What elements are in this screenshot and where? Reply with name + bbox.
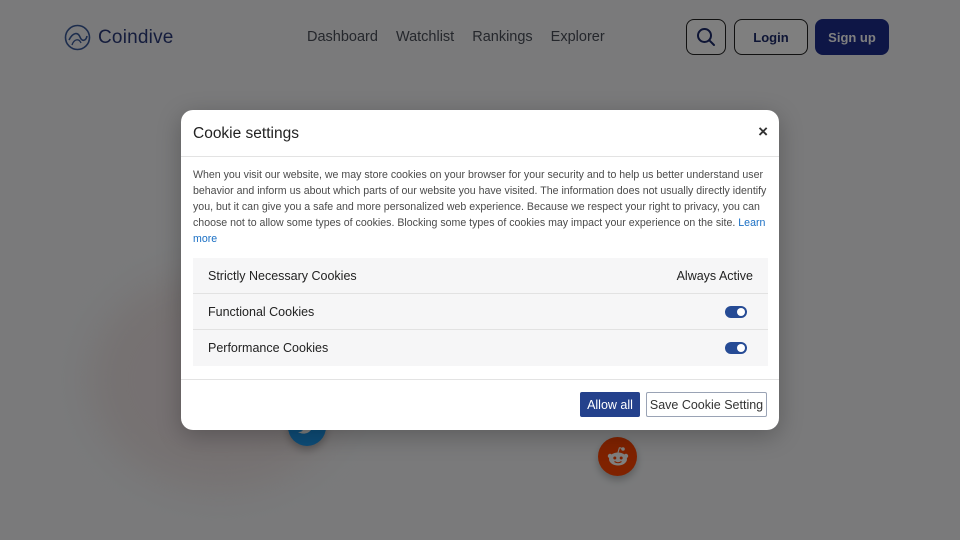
cookie-description: When you visit our website, we may store… [193, 167, 767, 247]
allow-all-button[interactable]: Allow all [580, 392, 640, 417]
functional-cookies-toggle[interactable] [725, 305, 747, 318]
cookie-row-strictly-necessary[interactable]: Strictly Necessary Cookies Always Active [193, 258, 768, 294]
always-active-status: Always Active [676, 268, 753, 283]
cookie-category-label: Functional Cookies [208, 304, 315, 319]
performance-cookies-toggle[interactable] [725, 342, 747, 354]
cookie-category-list: Strictly Necessary Cookies Always Active… [193, 258, 768, 366]
cookie-row-performance[interactable]: Performance Cookies [193, 330, 768, 366]
dialog-footer: Allow all Save Cookie Setting [181, 379, 779, 430]
dialog-title: Cookie settings [193, 125, 299, 142]
close-icon[interactable]: × [758, 122, 768, 142]
cookie-row-functional[interactable]: Functional Cookies [193, 294, 768, 330]
dialog-header: Cookie settings × [181, 110, 779, 157]
cookie-category-label: Strictly Necessary Cookies [208, 268, 357, 283]
cookie-settings-dialog: Cookie settings × When you visit our web… [181, 110, 779, 430]
dialog-body: When you visit our website, we may store… [181, 157, 779, 366]
description-text: When you visit our website, we may store… [193, 169, 767, 229]
cookie-category-label: Performance Cookies [208, 341, 329, 355]
save-cookie-setting-button[interactable]: Save Cookie Setting [646, 392, 767, 417]
